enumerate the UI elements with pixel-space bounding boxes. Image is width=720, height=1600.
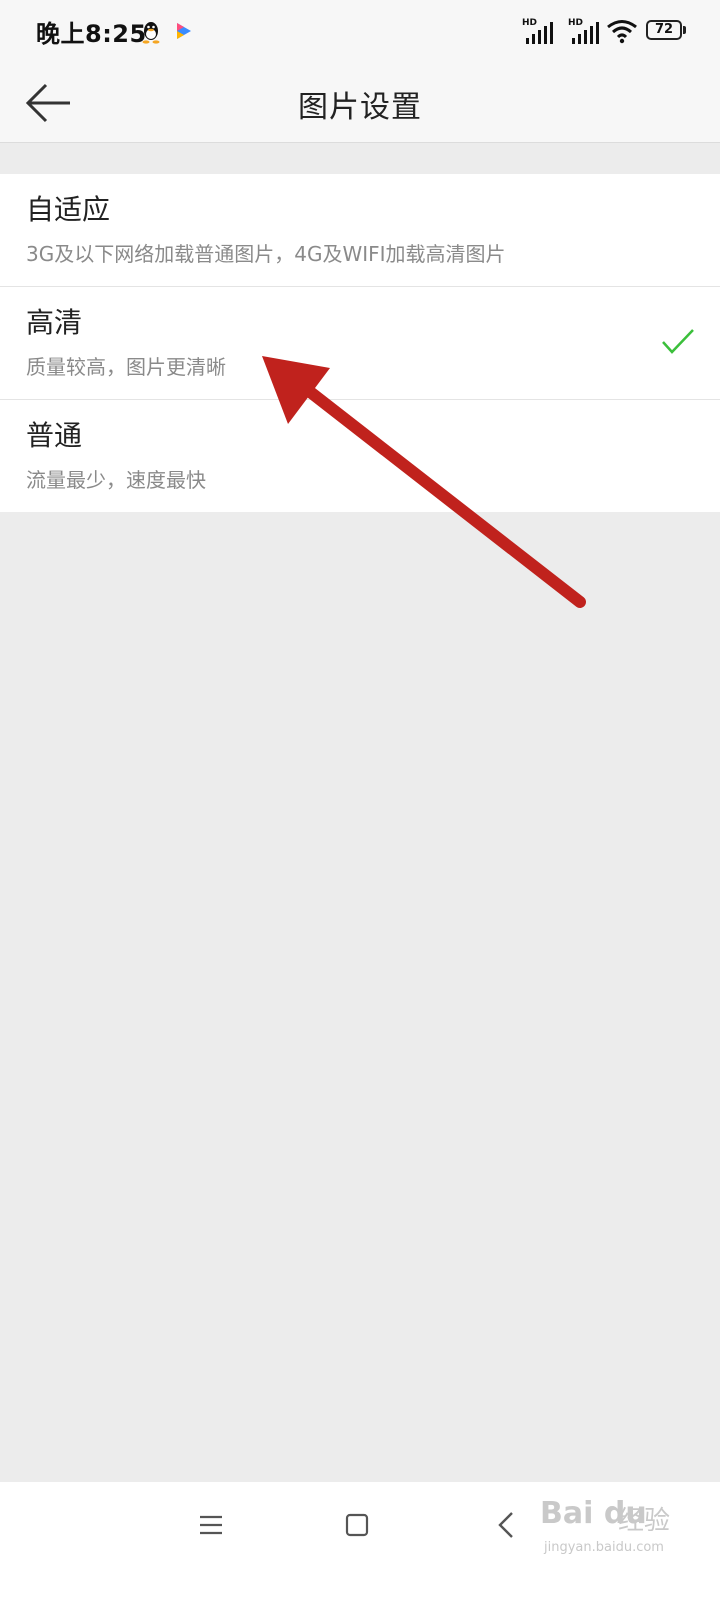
hd-signal-icon: HD	[522, 18, 553, 44]
check-icon	[662, 329, 694, 354]
option-normal[interactable]: 普通 流量最少，速度最快	[0, 400, 720, 512]
option-description: 质量较高，图片更清晰	[26, 355, 226, 379]
watermark-url: jingyan.baidu.com	[544, 1540, 664, 1555]
video-app-icon	[177, 23, 191, 39]
battery-icon: 72	[646, 20, 686, 42]
option-title: 自适应	[26, 193, 111, 226]
menu-icon[interactable]	[198, 1512, 224, 1538]
image-quality-options: 自适应 3G及以下网络加载普通图片，4G及WIFI加载高清图片 高清 质量较高，…	[0, 174, 720, 512]
status-time: 晚上8:25	[36, 20, 147, 48]
qq-icon	[142, 22, 160, 44]
back-icon[interactable]	[494, 1510, 520, 1540]
wifi-icon	[607, 20, 637, 44]
status-bar: 晚上8:25 HD HD 72	[0, 0, 720, 64]
watermark-text: 经验	[618, 1506, 671, 1536]
option-high-definition[interactable]: 高清 质量较高，图片更清晰	[0, 287, 720, 400]
svg-text:HD: HD	[568, 18, 583, 28]
battery-level: 72	[646, 20, 682, 40]
svg-text:HD: HD	[522, 18, 537, 28]
option-title: 普通	[26, 419, 83, 452]
option-adaptive[interactable]: 自适应 3G及以下网络加载普通图片，4G及WIFI加载高清图片	[0, 174, 720, 287]
option-title: 高清	[26, 306, 83, 339]
option-description: 流量最少，速度最快	[26, 468, 206, 492]
home-icon[interactable]	[344, 1512, 370, 1538]
top-app-bar: 图片设置	[0, 64, 720, 143]
hd-signal-icon: HD	[568, 18, 599, 44]
baidu-jingyan-watermark: Bai du 经验 jingyan.baidu.com	[540, 1490, 710, 1570]
page-title: 图片设置	[298, 90, 422, 125]
option-description: 3G及以下网络加载普通图片，4G及WIFI加载高清图片	[26, 242, 506, 266]
